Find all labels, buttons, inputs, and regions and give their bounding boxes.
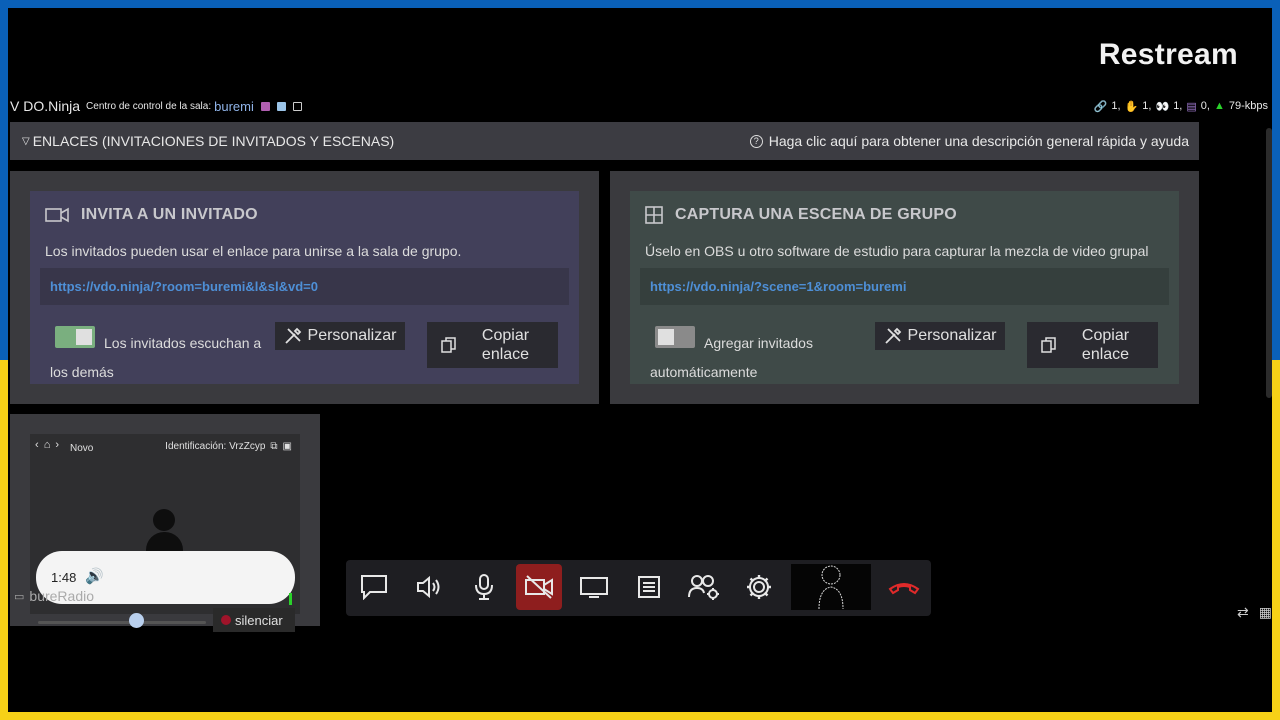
invite-card: INVITA A UN INVITADO Los invitados puede…: [30, 191, 579, 384]
tools-icon: [884, 327, 901, 344]
copy-id-icon[interactable]: ⧉: [270, 441, 277, 452]
scene-panel: CAPTURA UNA ESCENA DE GRUPO Úselo en OBS…: [610, 171, 1199, 404]
guest-settings-button[interactable]: [681, 564, 727, 610]
audio-level-bar: [289, 593, 292, 605]
copy-icon: [1041, 337, 1056, 353]
hands-count: 1,: [1142, 100, 1152, 112]
invite-copy-button[interactable]: Copiar enlace: [427, 322, 558, 368]
invite-customize-label: Personalizar: [307, 327, 397, 344]
invite-description: Los invitados pueden usar el enlace para…: [45, 243, 462, 259]
help-link[interactable]: ? Haga clic aquí para obtener una descri…: [749, 133, 1189, 149]
screen-share-button[interactable]: [571, 564, 617, 610]
links-section-header[interactable]: ▽ ENLACES (INVITACIONES DE INVITADOS Y E…: [10, 122, 1199, 160]
viewers-count: 1,: [1173, 100, 1183, 112]
grid-icon: [645, 206, 663, 224]
control-toolbar: [346, 560, 931, 616]
scene-description: Úselo en OBS u otro software de estudio …: [645, 243, 1149, 259]
bitrate-up-icon: ▲: [1213, 100, 1225, 112]
link-icon: 🔗: [1093, 100, 1108, 113]
speaker-button[interactable]: [406, 564, 452, 610]
scene-url-text[interactable]: https://vdo.ninja/?scene=1&room=buremi: [650, 279, 906, 294]
invite-url-text[interactable]: https://vdo.ninja/?room=buremi&l&sl&vd=0: [50, 279, 318, 294]
invite-url[interactable]: https://vdo.ninja/?room=buremi&l&sl&vd=0: [40, 268, 569, 305]
preview-avatar-icon: [818, 565, 844, 609]
mute-button[interactable]: silenciar: [213, 608, 295, 632]
stack-count: 0,: [1200, 100, 1210, 112]
scene-card: CAPTURA UNA ESCENA DE GRUPO Úselo en OBS…: [630, 191, 1179, 384]
copy-icon: [441, 337, 456, 353]
camera-off-button[interactable]: [516, 564, 562, 610]
collapse-triangle-icon: ▽: [22, 135, 30, 147]
help-text: Haga clic aquí para obtener una descripc…: [768, 133, 1189, 149]
audio-time: 1:48: [51, 570, 77, 585]
mute-label: silenciar: [235, 612, 283, 628]
hangup-icon: [888, 583, 920, 595]
scrollbar[interactable]: [1266, 128, 1272, 398]
brand-logo: Restream: [1098, 38, 1238, 71]
chat-button[interactable]: [351, 564, 397, 610]
stats-bar: 🔗 1, ✋ 1, 👀 1, ▤ 0, ▲ 79-kbps: [1094, 96, 1268, 116]
volume-icon: [417, 575, 440, 599]
self-preview[interactable]: [791, 564, 871, 610]
help-icon: ?: [749, 134, 763, 148]
hand-icon: ✋: [1124, 100, 1139, 113]
scene-copy-button[interactable]: Copiar enlace: [1027, 322, 1158, 368]
guest-label: ▭ bureRadio: [14, 588, 94, 604]
scene-customize-label: Personalizar: [907, 327, 997, 344]
users-settings-icon: [688, 575, 719, 600]
invite-customize-button[interactable]: Personalizar: [275, 322, 405, 350]
volume-slider-handle[interactable]: [129, 613, 144, 628]
settings-button[interactable]: [736, 564, 782, 610]
guest-label-text: bureRadio: [29, 588, 95, 604]
scene-url[interactable]: https://vdo.ninja/?scene=1&room=buremi: [640, 268, 1169, 305]
scene-copy-label: Copiar enlace: [1081, 327, 1130, 363]
chat-icon: [361, 575, 387, 600]
gear-icon: [747, 575, 771, 599]
window-share-button[interactable]: [626, 564, 672, 610]
invite-copy-label: Copiar enlace: [481, 327, 530, 363]
window-share-icon: [638, 576, 660, 598]
guest-nav-icons[interactable]: ‹ ⌂ ›: [35, 439, 60, 451]
mute-indicator-icon: [221, 615, 231, 625]
keyboard-icon[interactable]: ▦: [1259, 604, 1272, 621]
guests-hear-toggle[interactable]: [55, 326, 95, 348]
save-icon[interactable]: [260, 101, 270, 111]
guest-ident: Identificación: VrzZcyp: [165, 441, 266, 452]
links-section-title: ENLACES (INVITACIONES DE INVITADOS Y ESC…: [32, 133, 395, 149]
camera-icon: [45, 207, 69, 223]
auto-add-toggle[interactable]: [655, 326, 695, 348]
app-stage: Restream V DO.Ninja Centro de control de…: [8, 8, 1272, 712]
guest-name: Novo: [70, 443, 94, 454]
hangup-button[interactable]: [881, 564, 927, 610]
window-icon[interactable]: ▣: [283, 441, 292, 452]
invite-panel: INVITA A UN INVITADO Los invitados puede…: [10, 171, 599, 404]
avatar-head: [153, 509, 175, 531]
stack-icon: ▤: [1186, 100, 1197, 113]
camera-off-icon: [525, 575, 553, 599]
top-bar: V DO.Ninja Centro de control de la sala:…: [8, 96, 1272, 116]
tools-icon: [284, 327, 301, 344]
scene-title: CAPTURA UNA ESCENA DE GRUPO: [675, 206, 957, 223]
corner-tools: ⇄ ▦: [1237, 604, 1272, 621]
room-name: buremi: [214, 98, 254, 114]
microphone-button[interactable]: [461, 564, 507, 610]
invite-title: INVITA A UN INVITADO: [81, 206, 258, 223]
room-label: Centro de control de la sala:: [86, 100, 212, 112]
viewers-icon: 👀: [1155, 100, 1170, 113]
bitrate-value: 79-kbps: [1228, 100, 1268, 112]
screen-share-icon: [580, 577, 608, 598]
translate-icon[interactable]: ⇄: [1237, 604, 1249, 621]
app-logo[interactable]: V DO.Ninja: [10, 98, 80, 114]
volume-slider[interactable]: [38, 621, 206, 624]
network-icon[interactable]: [292, 101, 302, 111]
layout-icon[interactable]: [276, 101, 286, 111]
monitor-icon: ▭: [14, 590, 25, 603]
microphone-icon: [475, 574, 493, 600]
speaker-icon[interactable]: 🔊: [85, 567, 104, 585]
links-count: 1,: [1111, 100, 1121, 112]
scene-customize-button[interactable]: Personalizar: [875, 322, 1005, 350]
